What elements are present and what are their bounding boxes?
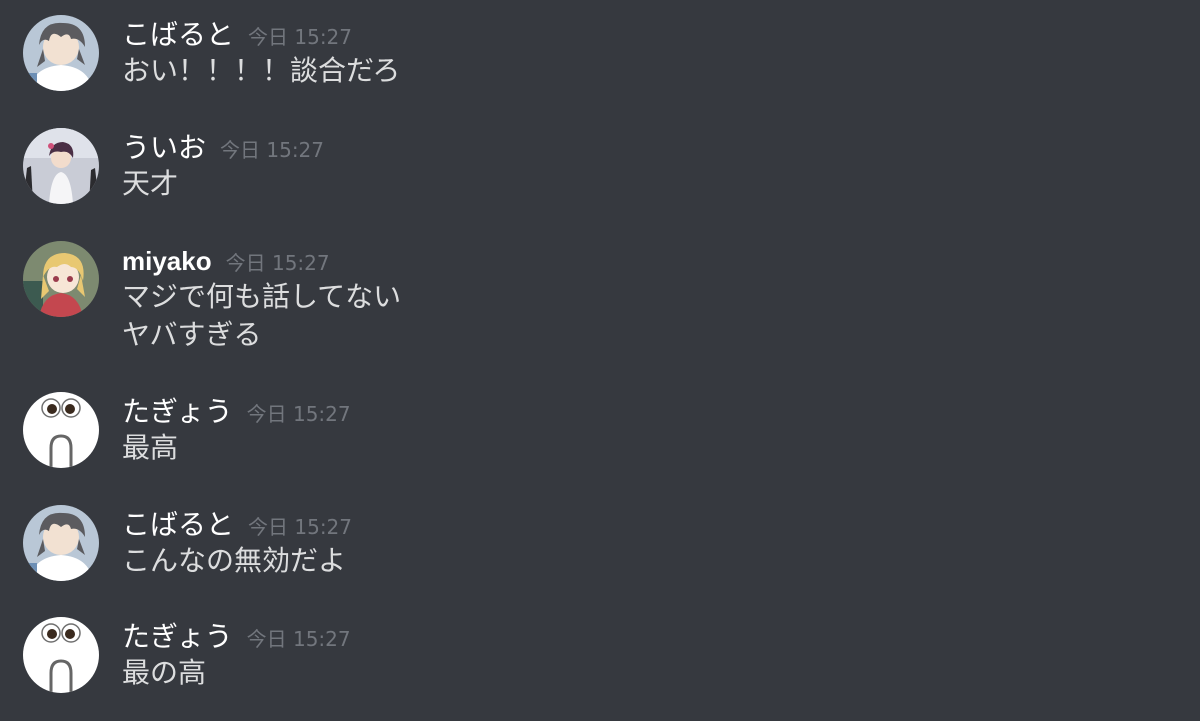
author-name[interactable]: たぎょう [122, 620, 233, 653]
tagyou-avatar[interactable] [23, 392, 99, 468]
message-content: 最の高 [122, 655, 206, 693]
author-name[interactable]: たぎょう [122, 395, 233, 428]
author-name[interactable]: こばると [122, 508, 234, 541]
message-content: おい！！！！談合だろ [122, 53, 400, 91]
message-line: 最高 [122, 431, 179, 464]
timestamp: 今日 15:27 [246, 627, 351, 651]
timestamp: 今日 15:27 [225, 251, 330, 275]
message-header: こばると 今日 15:27 [122, 505, 352, 545]
author-name[interactable]: ういお [122, 131, 206, 164]
tagyou-avatar[interactable] [23, 617, 99, 693]
message-line: 天才 [122, 167, 179, 200]
message-list: こばると今日 15:27 おい！！！！談合だろ ういお今日 15:27 天才 [0, 0, 1200, 721]
timestamp: 今日 15:27 [248, 515, 353, 539]
message-header: こばると 今日 15:27 [122, 15, 352, 55]
uio-avatar[interactable] [23, 128, 99, 204]
timestamp: 今日 15:27 [220, 138, 325, 162]
message-line: マジで何も話してない [122, 280, 402, 313]
message-line: 最の高 [122, 656, 207, 689]
message-header: たぎょう 今日 15:27 [122, 392, 351, 432]
kobaruto-avatar[interactable] [23, 15, 99, 91]
author-name[interactable]: こばると [122, 18, 234, 51]
message-header: miyako 今日 15:27 [122, 241, 330, 281]
message-content: こんなの無効だよ [122, 543, 346, 581]
message-header: たぎょう 今日 15:27 [122, 617, 351, 657]
kobaruto-avatar[interactable] [23, 505, 99, 581]
message-content: マジで何も話してない ヤバすぎる [122, 279, 401, 355]
message-line: こんなの無効だよ [122, 544, 347, 577]
message-header: ういお 今日 15:27 [122, 128, 324, 168]
author-name[interactable]: miyako [122, 246, 212, 276]
message-line: ヤバすぎる [122, 318, 262, 351]
timestamp: 今日 15:27 [246, 402, 351, 426]
message-content: 最高 [122, 430, 178, 468]
message-line: おい！！！！談合だろ [122, 54, 401, 87]
miyako-avatar[interactable] [23, 241, 99, 317]
message-content: 天才 [122, 166, 178, 204]
timestamp: 今日 15:27 [248, 25, 353, 49]
